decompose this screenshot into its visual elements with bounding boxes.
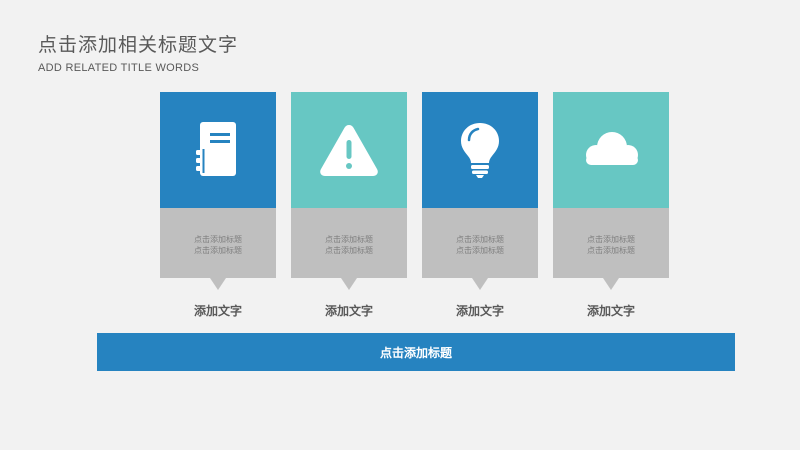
lightbulb-icon <box>461 123 499 178</box>
card-icon-panel <box>160 92 276 208</box>
card-text-line: 点击添加标题 <box>587 246 635 255</box>
card-lightbulb[interactable]: 点击添加标题 点击添加标题 添加文字 <box>422 92 538 318</box>
warning-icon <box>320 125 378 176</box>
title-block: 点击添加相关标题文字 ADD RELATED TITLE WORDS <box>38 30 238 74</box>
card-icon-panel <box>553 92 669 208</box>
title-bar[interactable]: 点击添加标题 <box>97 333 735 371</box>
card-text-line: 点击添加标题 <box>194 235 242 244</box>
card-icon-panel <box>422 92 538 208</box>
card-text-line: 点击添加标题 <box>456 246 504 255</box>
card-text-line: 点击添加标题 <box>587 235 635 244</box>
card-text-line: 点击添加标题 <box>325 235 373 244</box>
card-row: 点击添加标题 点击添加标题 添加文字 点击添加标题 点击添加标题 添加文字 点击… <box>160 92 669 318</box>
card-caption: 添加文字 <box>455 304 504 318</box>
card-text-panel: 点击添加标题 点击添加标题 <box>160 208 276 290</box>
title-bar-label: 点击添加标题 <box>379 345 452 360</box>
card-icon-panel <box>291 92 407 208</box>
card-warning[interactable]: 点击添加标题 点击添加标题 添加文字 <box>291 92 407 318</box>
cloud-icon <box>586 132 638 165</box>
card-text-panel: 点击添加标题 点击添加标题 <box>553 208 669 290</box>
card-cloud[interactable]: 点击添加标题 点击添加标题 添加文字 <box>553 92 669 318</box>
card-text-line: 点击添加标题 <box>194 246 242 255</box>
page-subtitle: ADD RELATED TITLE WORDS <box>38 62 200 74</box>
card-text-line: 点击添加标题 <box>456 235 504 244</box>
card-caption: 添加文字 <box>324 304 373 318</box>
page-title: 点击添加相关标题文字 <box>38 34 239 56</box>
card-text-panel: 点击添加标题 点击添加标题 <box>422 208 538 290</box>
notebook-icon <box>196 122 236 176</box>
card-caption: 添加文字 <box>586 304 635 318</box>
card-caption: 添加文字 <box>193 304 242 318</box>
card-notebook[interactable]: 点击添加标题 点击添加标题 添加文字 <box>160 92 276 318</box>
card-text-panel: 点击添加标题 点击添加标题 <box>291 208 407 290</box>
card-text-line: 点击添加标题 <box>325 246 373 255</box>
